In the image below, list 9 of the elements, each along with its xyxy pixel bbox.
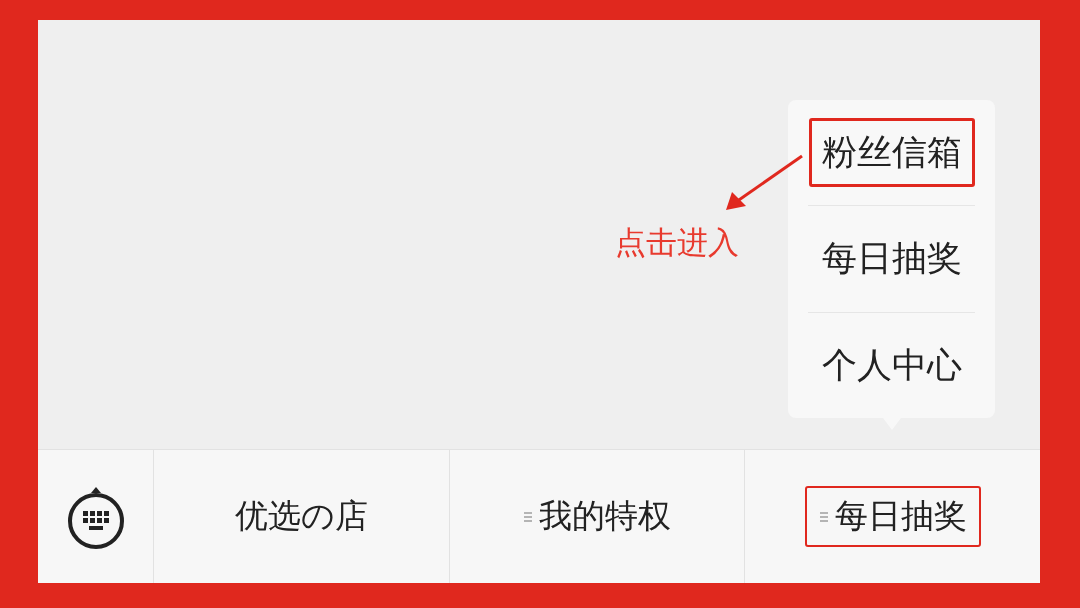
menu-button[interactable]: 优选の店 bbox=[220, 486, 382, 547]
annotation-label: 点击进入 bbox=[615, 223, 739, 262]
menu-lines-icon bbox=[818, 509, 829, 524]
submenu-item[interactable]: 个人中心 bbox=[808, 330, 975, 400]
menu-button[interactable]: 每日抽奖 bbox=[804, 486, 981, 547]
submenu-item[interactable]: 每日抽奖 bbox=[808, 224, 975, 294]
menu-lines-icon bbox=[523, 509, 533, 524]
menu-button[interactable]: 我的特权 bbox=[509, 486, 685, 547]
submenu-item[interactable]: 粉丝信箱 bbox=[808, 118, 975, 188]
